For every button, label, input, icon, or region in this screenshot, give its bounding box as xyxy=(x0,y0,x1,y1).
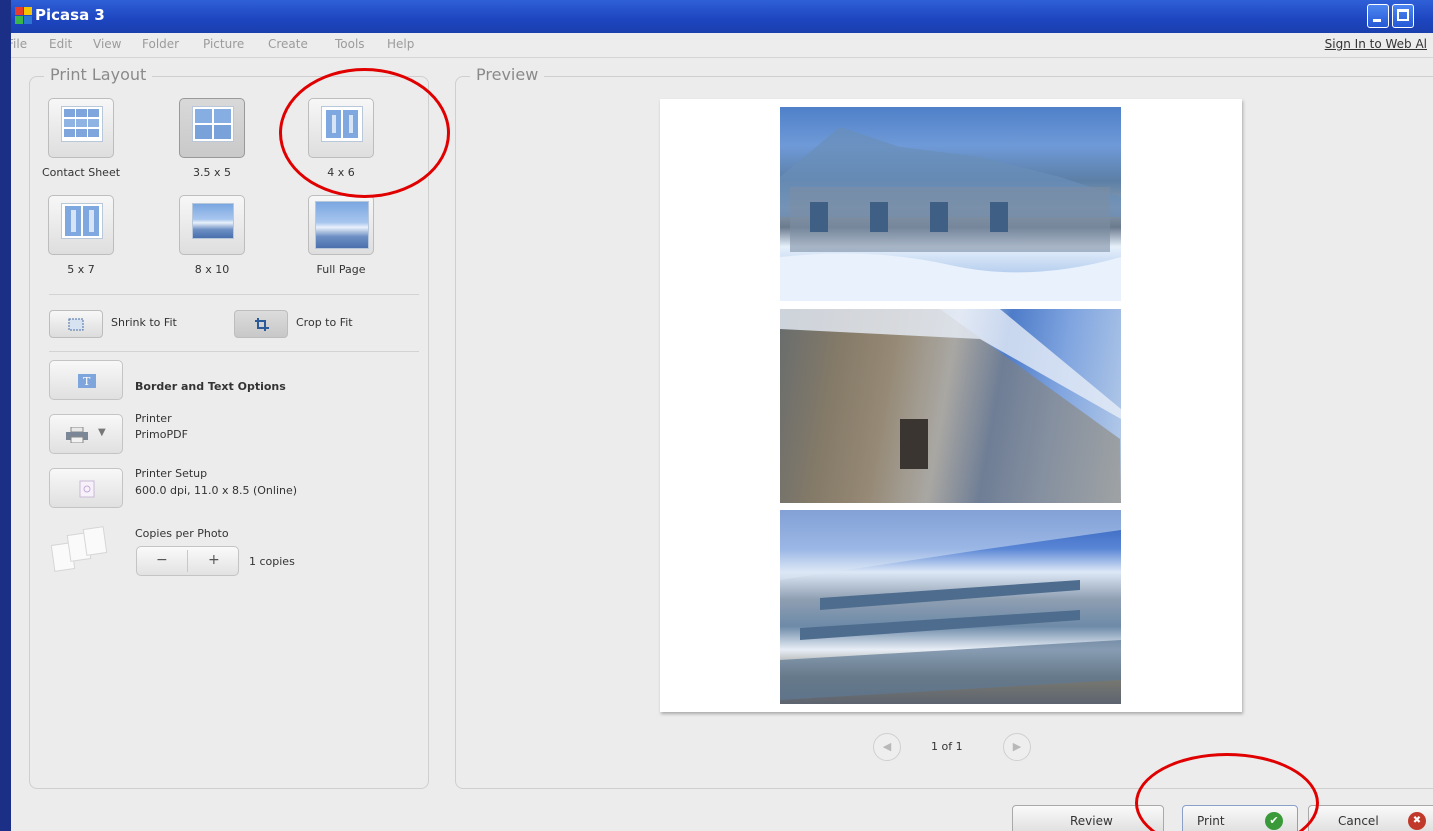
layout-3-5x5-button[interactable] xyxy=(179,98,245,158)
decrease-copies-button[interactable]: − xyxy=(156,552,168,568)
menu-file[interactable]: File xyxy=(11,37,27,51)
menu-edit[interactable]: Edit xyxy=(49,37,72,51)
previous-page-button[interactable]: ◀ xyxy=(873,733,901,761)
four-up-icon xyxy=(192,106,234,142)
print-preview-page xyxy=(660,99,1242,712)
chevron-right-icon: ▶ xyxy=(1012,740,1022,753)
border-text-options-label: Border and Text Options xyxy=(135,380,286,393)
preview-photo-stone-wall xyxy=(780,309,1121,503)
border-text-options-button[interactable]: T xyxy=(49,360,123,400)
menu-tools[interactable]: Tools xyxy=(335,37,365,51)
printer-select-button[interactable]: ▼ xyxy=(49,414,123,454)
layout-contact-sheet-label: Contact Sheet xyxy=(41,166,121,179)
layout-8x10-button[interactable] xyxy=(179,195,245,255)
full-page-icon xyxy=(315,201,369,249)
copies-icon xyxy=(51,526,108,572)
shrink-to-fit-button[interactable] xyxy=(49,310,103,338)
stepper-divider xyxy=(187,550,188,572)
printer-setup-button[interactable] xyxy=(49,468,123,508)
printer-setup-label: Printer Setup xyxy=(135,467,208,480)
preview-title: Preview xyxy=(470,65,545,84)
picasa-app-icon xyxy=(15,7,32,24)
chevron-left-icon: ◀ xyxy=(882,740,892,753)
maximize-button[interactable] xyxy=(1392,4,1414,28)
print-layout-title: Print Layout xyxy=(44,65,153,84)
layout-8x10-label: 8 x 10 xyxy=(194,263,230,276)
layout-full-page-button[interactable] xyxy=(308,195,374,255)
printer-label: Printer xyxy=(135,412,172,425)
next-page-button[interactable]: ▶ xyxy=(1003,733,1031,761)
sign-in-link[interactable]: Sign In to Web Al xyxy=(1325,37,1427,51)
contact-sheet-icon xyxy=(61,106,103,142)
layout-contact-sheet-button[interactable] xyxy=(48,98,114,158)
text-icon: T xyxy=(78,374,96,388)
printer-name: PrimoPDF xyxy=(135,428,188,441)
chevron-down-icon: ▼ xyxy=(98,427,106,438)
two-up-portrait-icon xyxy=(61,203,103,239)
menu-folder[interactable]: Folder xyxy=(142,37,179,51)
svg-text:T: T xyxy=(83,375,91,388)
copies-per-photo-label: Copies per Photo xyxy=(135,527,229,540)
preview-photo-house-exterior xyxy=(780,107,1121,301)
minimize-button[interactable] xyxy=(1367,4,1389,28)
page-setup-icon xyxy=(79,480,95,498)
menu-bar: File Edit View Folder Picture Create Too… xyxy=(11,33,1433,58)
layout-3-5x5-label: 3.5 x 5 xyxy=(193,166,231,179)
layout-4x6-button[interactable] xyxy=(308,98,374,158)
print-label: Print xyxy=(1197,814,1225,828)
menu-create[interactable]: Create xyxy=(268,37,308,51)
page-indicator: 1 of 1 xyxy=(931,740,963,753)
copies-stepper: − + xyxy=(136,546,239,576)
review-label: Review xyxy=(1070,814,1113,828)
preview-photo-windows-angle xyxy=(780,510,1121,704)
close-icon: ✖ xyxy=(1408,812,1426,830)
review-button[interactable]: Review xyxy=(1012,805,1164,831)
cancel-label: Cancel xyxy=(1338,814,1379,828)
layout-5x7-button[interactable] xyxy=(48,195,114,255)
increase-copies-button[interactable]: + xyxy=(208,552,220,568)
cancel-button[interactable]: Cancel ✖ xyxy=(1308,805,1433,831)
two-up-icon xyxy=(321,106,363,142)
menu-help[interactable]: Help xyxy=(387,37,414,51)
checkmark-icon: ✔ xyxy=(1265,812,1283,830)
crop-to-fit-button[interactable] xyxy=(234,310,288,338)
printer-icon xyxy=(66,427,88,443)
divider xyxy=(49,294,419,295)
menu-picture[interactable]: Picture xyxy=(203,37,244,51)
crop-icon xyxy=(255,318,269,331)
shrink-icon xyxy=(68,318,84,331)
menu-view[interactable]: View xyxy=(93,37,121,51)
single-landscape-icon xyxy=(192,203,234,239)
picasa-window: Picasa 3 File Edit View Folder Picture C… xyxy=(11,0,1433,831)
print-button[interactable]: Print ✔ xyxy=(1182,805,1298,831)
window-title: Picasa 3 xyxy=(35,6,105,24)
title-bar: Picasa 3 xyxy=(11,0,1433,33)
divider xyxy=(49,351,419,352)
layout-5x7-label: 5 x 7 xyxy=(67,263,95,276)
shrink-to-fit-label: Shrink to Fit xyxy=(111,316,177,329)
layout-4x6-label: 4 x 6 xyxy=(327,166,355,179)
layout-full-page-label: Full Page xyxy=(316,263,366,276)
printer-setup-detail: 600.0 dpi, 11.0 x 8.5 (Online) xyxy=(135,484,298,497)
copies-value: 1 copies xyxy=(249,555,295,568)
crop-to-fit-label: Crop to Fit xyxy=(296,316,353,329)
